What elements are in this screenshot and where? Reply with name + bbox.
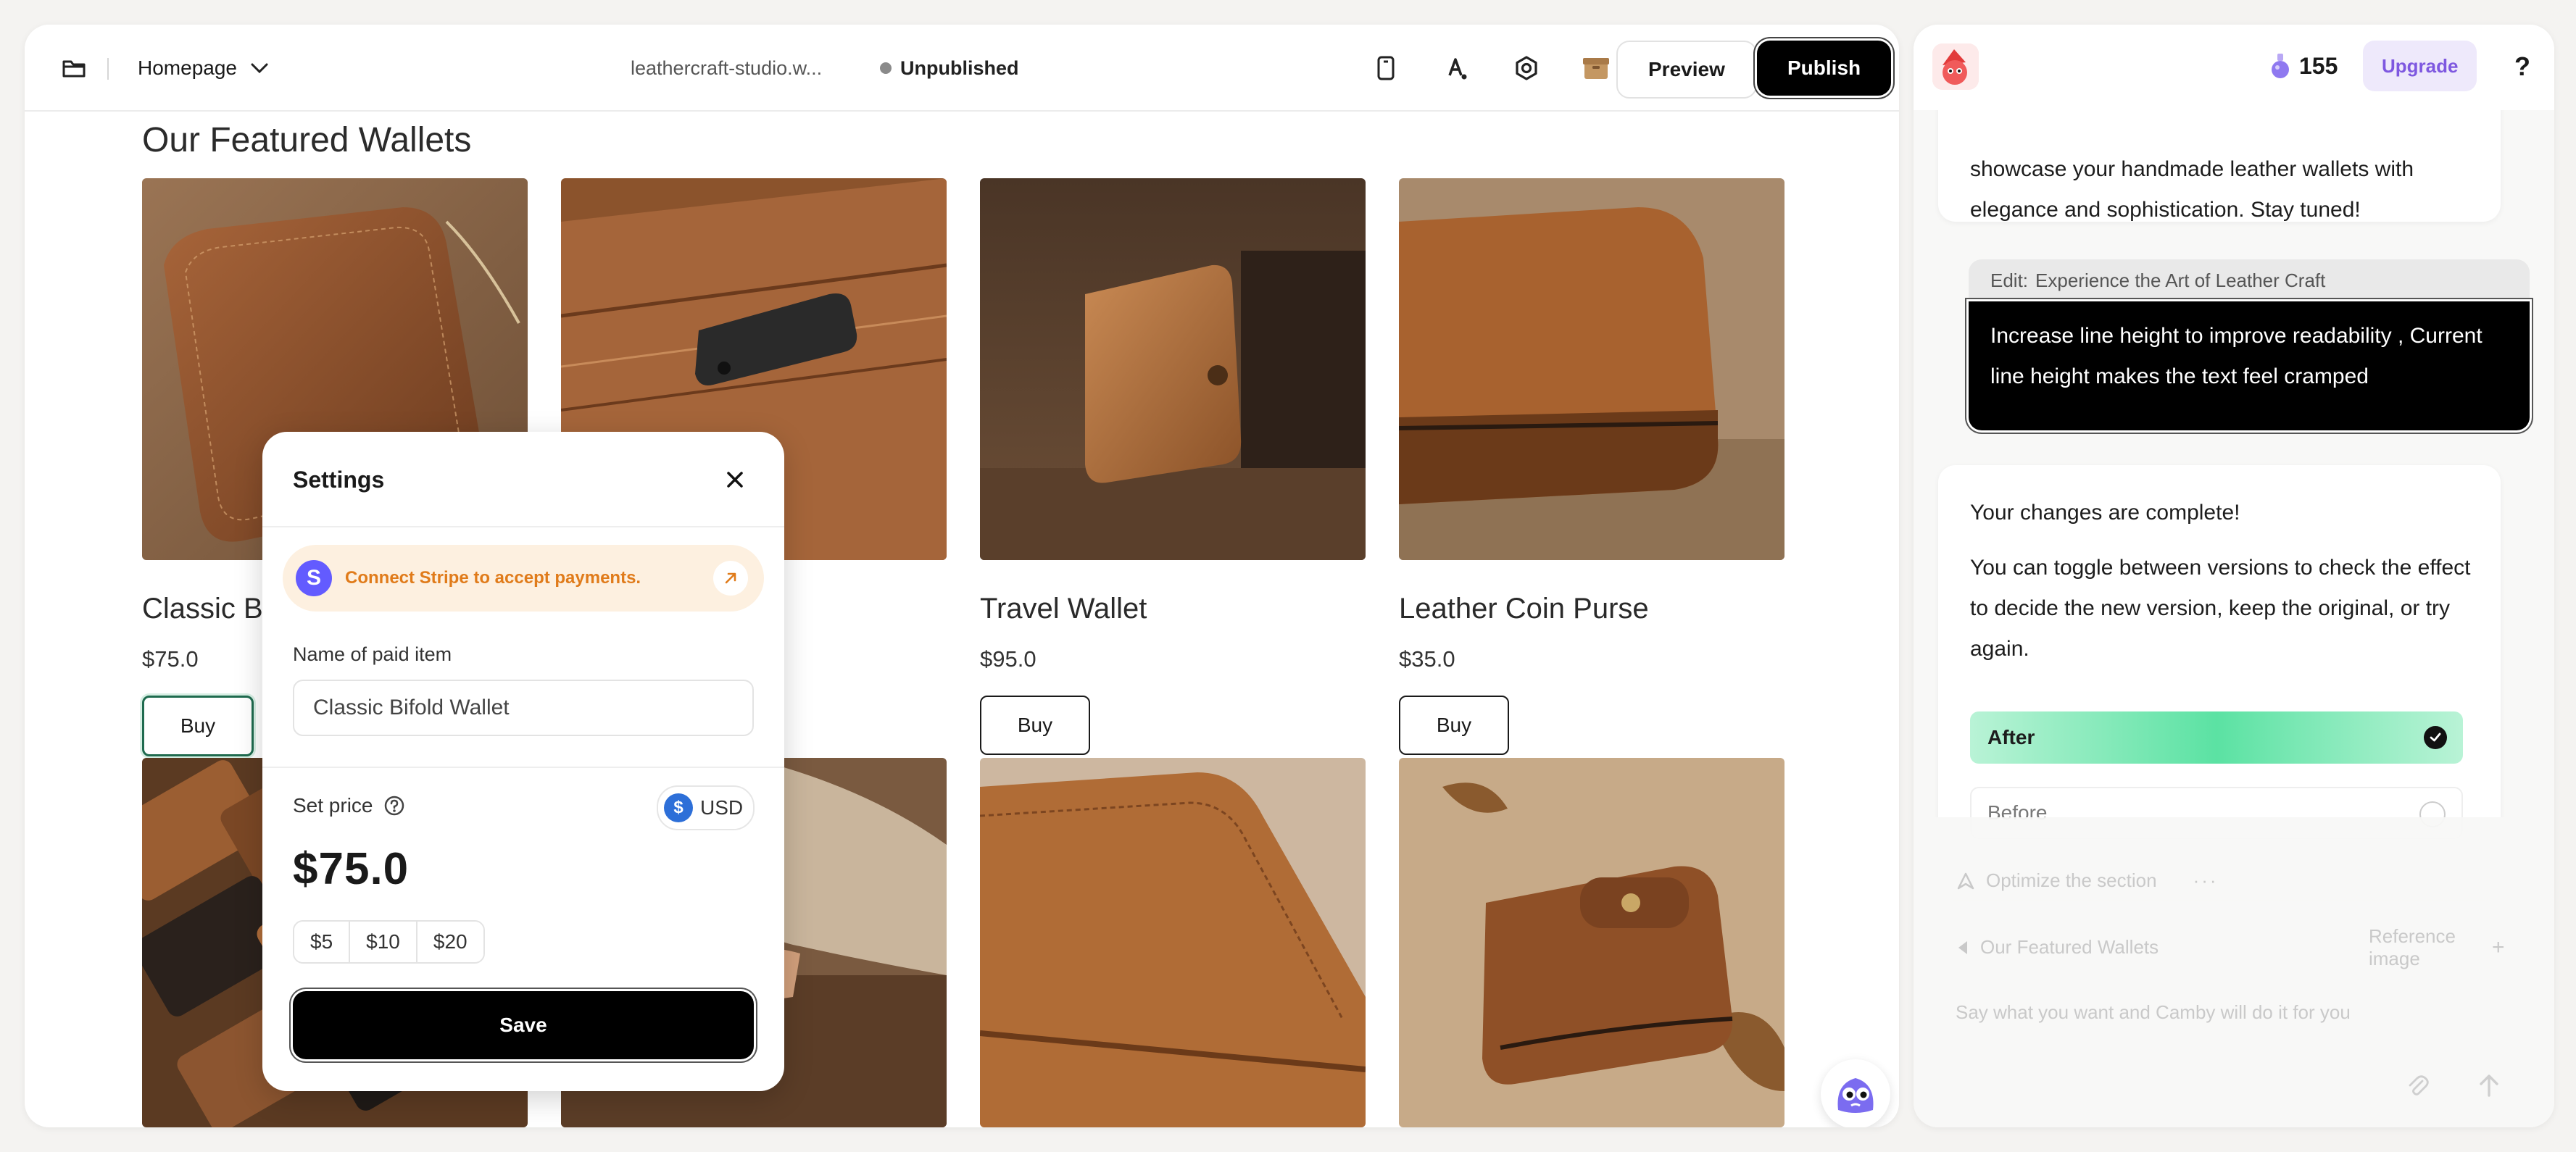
modal-title: Settings (293, 467, 385, 493)
box-icon[interactable] (1574, 46, 1618, 90)
help-circle-icon[interactable] (383, 795, 405, 817)
stripe-connect-text: Connect Stripe to accept payments. (345, 568, 641, 588)
paperclip-icon[interactable] (2406, 1074, 2430, 1100)
product-price: $75.0 (142, 646, 199, 672)
settings-modal: Settings S Connect Stripe to accept paym… (262, 432, 784, 1091)
close-icon[interactable] (719, 464, 751, 496)
product-card: Leather Coin Purse $35.0 Buy (1399, 178, 1784, 755)
user-message: Increase line height to improve readabil… (1969, 301, 2530, 430)
product-image[interactable] (1399, 178, 1784, 560)
publish-button[interactable]: Publish (1757, 41, 1892, 96)
currency-selector[interactable]: $ USD (657, 785, 755, 830)
external-link-icon[interactable] (713, 561, 748, 596)
divider (107, 58, 109, 80)
dollar-icon: $ (664, 793, 693, 822)
status-label: Unpublished (900, 57, 1019, 79)
edit-target: Experience the Art of Leather Craft (2035, 269, 2326, 291)
publish-status: Unpublished (880, 46, 1019, 90)
status-dot (880, 62, 892, 74)
optimize-section-button[interactable]: Optimize the section ··· (1956, 869, 2219, 892)
chevron-down-icon (251, 63, 268, 74)
set-price-text: Set price (293, 794, 373, 817)
assistant-mascot-icon[interactable] (1821, 1059, 1890, 1127)
buy-button[interactable]: Buy (142, 696, 254, 756)
product-card: Travel Wallet $95.0 Buy (980, 178, 1366, 755)
help-icon[interactable]: ? (2508, 51, 2537, 83)
sparkle-icon (1957, 872, 1974, 889)
chat-header: 155 Upgrade ? (1914, 25, 2554, 110)
check-icon (2424, 726, 2447, 749)
mobile-view-icon[interactable] (1364, 46, 1408, 90)
version-after-option[interactable]: After (1970, 711, 2463, 764)
product-image[interactable] (1399, 758, 1784, 1127)
send-arrow-icon[interactable] (2475, 1071, 2504, 1100)
potion-icon (2272, 54, 2289, 78)
optimize-label: Optimize the section (1986, 869, 2157, 891)
preview-button[interactable]: Preview (1616, 41, 1757, 99)
upgrade-button[interactable]: Upgrade (2363, 41, 2477, 91)
site-url[interactable]: leathercraft-studio.w... (631, 46, 822, 90)
assistant-message-text: showcase your handmade leather wallets w… (1970, 157, 2414, 222)
currency-label: USD (700, 796, 744, 819)
user-avatar[interactable] (1932, 43, 1979, 90)
credits-counter[interactable]: 155 (2269, 52, 2338, 80)
product-price: $95.0 (980, 646, 1036, 672)
assistant-chat-panel: showcase your handmade leather wallets w… (1914, 25, 2554, 1127)
chat-input[interactable]: Say what you want and Camby will do it f… (1956, 1001, 2506, 1024)
page-selector-label: Homepage (138, 57, 237, 79)
section-title: Our Featured Wallets (142, 121, 472, 159)
context-row: Our Featured Wallets Reference image + (1956, 925, 2506, 969)
buy-button[interactable]: Buy (1399, 696, 1509, 755)
divider (262, 767, 784, 768)
reply-title: Your changes are complete! (1970, 501, 2240, 525)
price-preset-button[interactable]: $20 (417, 922, 483, 962)
price-preset-button[interactable]: $10 (350, 922, 417, 962)
reference-image-button[interactable]: Reference image (2369, 925, 2506, 970)
style-paint-icon[interactable] (1434, 46, 1477, 90)
product-price: $35.0 (1399, 646, 1455, 672)
edit-context-tag: Edit: Experience the Art of Leather Craf… (1969, 259, 2530, 301)
price-presets: $5 $10 $20 (293, 920, 485, 964)
reply-body: You can toggle between versions to check… (1970, 556, 2471, 661)
save-button[interactable]: Save (293, 991, 754, 1059)
product-name: Classic Bi (142, 593, 270, 625)
folder-icon[interactable] (52, 46, 96, 90)
settings-icon[interactable] (1505, 46, 1548, 90)
product-image[interactable] (980, 178, 1366, 560)
stripe-connect-banner[interactable]: S Connect Stripe to accept payments. (283, 545, 764, 612)
credits-value: 155 (2299, 52, 2338, 79)
set-price-label: Set price (293, 794, 405, 817)
editor-topbar: Homepage leathercraft-studio.w... Unpubl… (25, 25, 1899, 112)
modal-header: Settings (262, 432, 784, 527)
price-value[interactable]: $75.0 (293, 843, 409, 895)
add-reference-icon[interactable]: + (2492, 935, 2505, 960)
pointer-icon (1958, 940, 1967, 954)
product-image[interactable] (980, 758, 1366, 1127)
context-label: Our Featured Wallets (1980, 936, 2159, 958)
item-name-label: Name of paid item (293, 643, 452, 665)
price-preset-button[interactable]: $5 (294, 922, 351, 962)
edit-prefix: Edit: (1990, 269, 2029, 291)
chat-composer: Optimize the section ··· Our Featured Wa… (1914, 817, 2554, 1127)
buy-button[interactable]: Buy (980, 696, 1090, 755)
item-name-input[interactable] (293, 680, 754, 736)
version-after-label: After (1987, 726, 2035, 748)
product-name: Travel Wallet (980, 593, 1147, 625)
product-name: Leather Coin Purse (1399, 593, 1649, 625)
stripe-logo-icon: S (296, 560, 332, 596)
more-options-icon[interactable]: ··· (2193, 869, 2219, 892)
page-selector[interactable]: Homepage (138, 46, 269, 90)
